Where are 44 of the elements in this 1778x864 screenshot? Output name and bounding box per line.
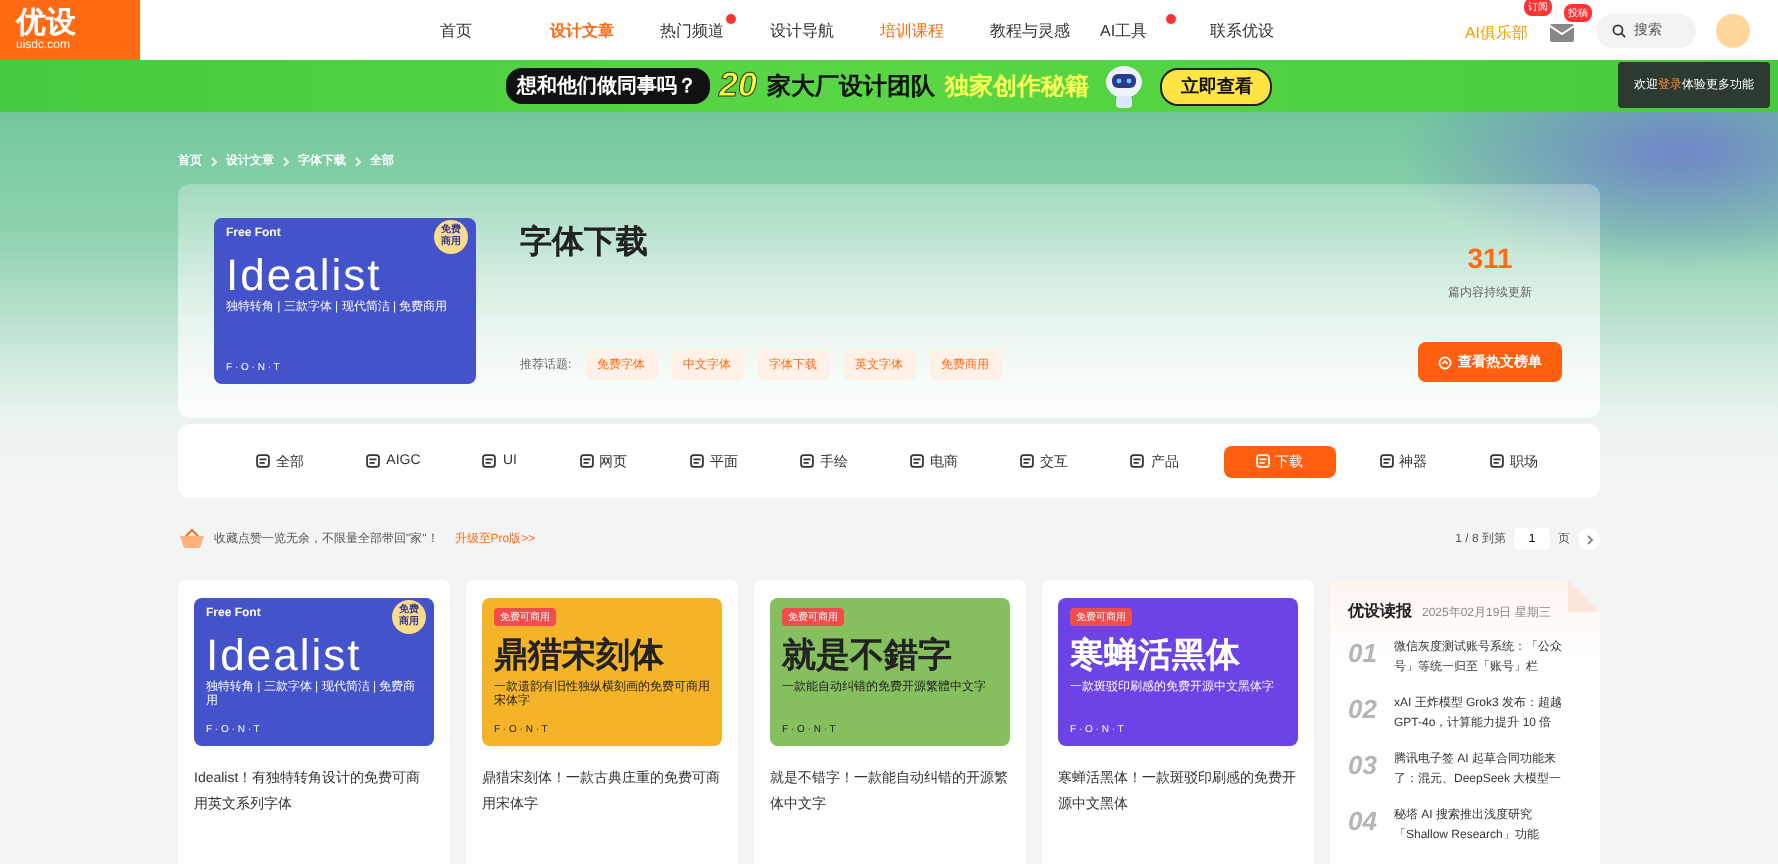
trend-icon — [1438, 355, 1452, 369]
cover-title: 就是不錯字 — [782, 636, 952, 676]
next-page-button[interactable] — [1578, 528, 1600, 550]
article-count: 311 — [1467, 242, 1513, 274]
category-icon — [1489, 454, 1504, 468]
nav-link[interactable]: AI工具 — [1100, 19, 1210, 41]
category-icon — [910, 454, 925, 468]
basket-icon — [178, 528, 206, 550]
banner-question: 想和他们做同事吗？ — [505, 68, 710, 104]
cover-title: 寒蝉活黑体 — [1070, 636, 1240, 676]
search-icon — [1612, 23, 1626, 37]
category-icon — [1379, 454, 1394, 468]
nav-link[interactable]: 教程与灵感 — [990, 19, 1100, 41]
nav-link[interactable]: 首页 — [440, 19, 550, 41]
category-icon — [1130, 454, 1145, 468]
category-icon — [256, 454, 270, 468]
nav-link[interactable]: 联系优设 — [1210, 19, 1320, 41]
page-title: 字体下载 — [520, 222, 650, 264]
category-icon — [1020, 454, 1035, 468]
news-number: 04 — [1348, 806, 1379, 840]
cover-title: 鼎猎宋刻体 — [494, 636, 664, 676]
banner-button[interactable]: 立即查看 — [1160, 67, 1273, 105]
category-icon — [366, 454, 381, 468]
news-number: 01 — [1348, 638, 1379, 672]
chevron-icon — [354, 155, 362, 167]
banner-highlight: 独家创作秘籍 — [944, 69, 1089, 103]
cover-title: Idealist — [226, 256, 382, 296]
category-icon — [799, 454, 814, 468]
cover-title: Idealist — [206, 636, 362, 676]
category-icon — [482, 454, 497, 468]
category-icon — [1255, 454, 1270, 468]
news-number: 03 — [1348, 750, 1379, 784]
banner-number: 20 — [719, 66, 757, 106]
mail-icon[interactable] — [1548, 20, 1576, 44]
category-icon — [689, 454, 704, 468]
news-number: 02 — [1348, 694, 1379, 728]
nav-link[interactable]: 设计导航 — [770, 19, 880, 41]
category-icon — [579, 454, 594, 468]
news-title: 优设读报 — [1348, 600, 1412, 622]
banner-text: 家大厂设计团队 — [766, 69, 935, 103]
chevron-icon — [1585, 533, 1593, 545]
chevron-icon — [210, 155, 218, 167]
nav-link[interactable]: 热门频道 — [660, 19, 770, 41]
chevron-icon — [282, 155, 290, 167]
